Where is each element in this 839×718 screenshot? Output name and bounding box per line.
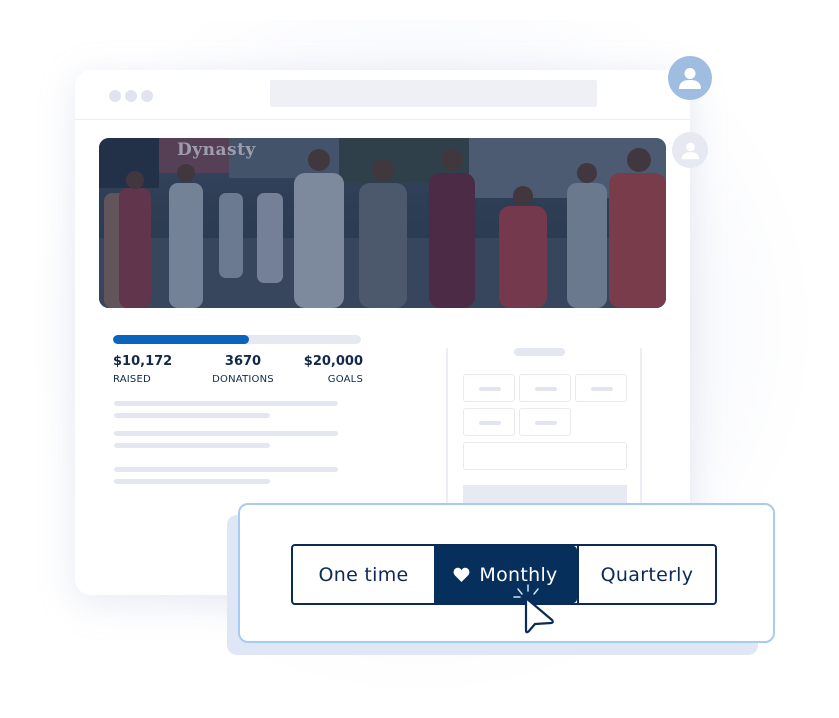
text-placeholder-line — [114, 401, 338, 406]
user-icon — [679, 68, 701, 89]
text-placeholder-line — [114, 479, 270, 484]
amount-option[interactable] — [463, 408, 515, 436]
avatar[interactable] — [668, 56, 712, 100]
custom-amount-input[interactable] — [463, 442, 627, 470]
option-label: Quarterly — [600, 563, 694, 586]
window-dot-icon[interactable] — [125, 90, 137, 102]
text-placeholder-line — [114, 413, 270, 418]
stat-goal: $20,000 GOALS — [301, 354, 363, 385]
heart-icon — [453, 567, 470, 582]
campaign-progress-bar — [113, 335, 361, 344]
browser-header — [75, 70, 690, 120]
stat-raised-label: RAISED — [113, 374, 151, 385]
stat-donations-value: 3670 — [224, 354, 262, 369]
frequency-option-one-time[interactable]: One time — [293, 546, 434, 603]
amount-option[interactable] — [463, 374, 515, 402]
address-bar[interactable] — [270, 80, 597, 107]
option-label: Monthly — [479, 563, 558, 586]
stat-donations-label: DONATIONS — [212, 374, 274, 385]
stat-goal-value: $20,000 — [303, 354, 363, 369]
stat-donations: 3670 DONATIONS — [193, 354, 293, 385]
text-placeholder-line — [114, 467, 338, 472]
stat-raised-value: $10,172 — [113, 354, 173, 369]
window-dot-icon[interactable] — [141, 90, 153, 102]
user-icon — [681, 142, 699, 159]
stat-goal-label: GOALS — [327, 374, 363, 385]
stat-raised: $10,172 RAISED — [113, 354, 172, 385]
amount-option[interactable] — [519, 374, 571, 402]
frequency-option-quarterly[interactable]: Quarterly — [577, 546, 715, 603]
hero-image: Dynasty — [99, 138, 666, 308]
window-dot-icon[interactable] — [109, 90, 121, 102]
avatar[interactable] — [672, 132, 708, 168]
pointer-cursor-icon — [513, 584, 554, 634]
text-placeholder-line — [114, 443, 270, 448]
option-label: One time — [318, 563, 409, 586]
amount-option[interactable] — [519, 408, 571, 436]
text-placeholder-line — [114, 431, 338, 436]
amount-option[interactable] — [575, 374, 627, 402]
hero-overlay — [99, 138, 666, 308]
campaign-progress-fill — [113, 335, 250, 344]
form-title-placeholder — [514, 348, 565, 356]
click-burst-icon — [513, 584, 539, 598]
